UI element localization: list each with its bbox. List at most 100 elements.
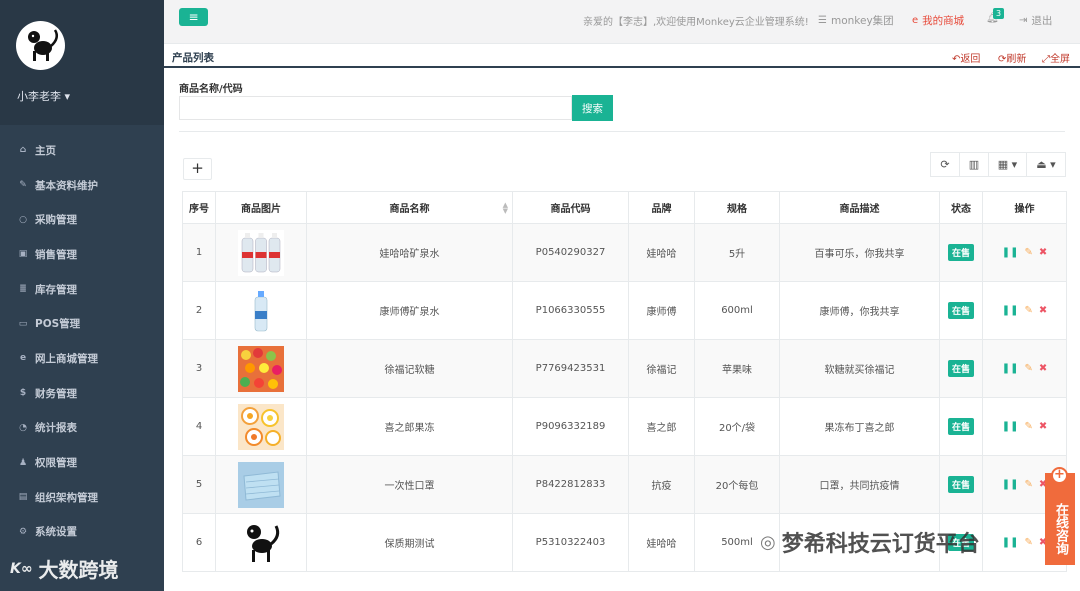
edit-icon[interactable]: ✎ (1024, 247, 1032, 258)
product-image-cell (215, 513, 307, 572)
toggle-view-button[interactable]: ▥ (959, 152, 989, 177)
refresh-label: 刷新 (1006, 54, 1027, 65)
sidebar-item-home[interactable]: ⌂ 主页 (0, 133, 164, 168)
status-cell: 在售 (939, 455, 983, 514)
export-dropdown[interactable]: ⏏ ▾ (1026, 152, 1066, 177)
search-input[interactable] (179, 96, 572, 120)
sidebar-item-online-store[interactable]: e 网上商城管理 (0, 341, 164, 376)
product-image-cell (215, 397, 307, 456)
table-row: 3 徐福记软糖 P7769423531 徐福记 苹果味 软糖就买徐福记 在售 ❚❚ ✎ ✖ (182, 339, 1067, 398)
pause-icon[interactable]: ❚❚ (1002, 247, 1019, 258)
delete-icon[interactable]: ✖ (1039, 421, 1047, 432)
edit-icon[interactable]: ✎ (1024, 305, 1032, 316)
product-image[interactable] (238, 461, 284, 508)
watermark-right-text: 梦希科技云订货平台 (781, 532, 980, 557)
database-icon: ≣ (19, 284, 27, 295)
product-image[interactable] (238, 403, 284, 450)
edit-icon[interactable]: ✎ (1024, 421, 1032, 432)
column-header: 商品代码 (512, 191, 629, 224)
status-badge[interactable]: 在售 (947, 360, 974, 377)
sidebar-item-sales[interactable]: ▣ 销售管理 (0, 237, 164, 272)
sidebar-item-inventory[interactable]: ≣ 库存管理 (0, 272, 164, 307)
edit-icon[interactable]: ✎ (1024, 363, 1032, 374)
avatar[interactable] (16, 21, 65, 70)
pause-icon[interactable]: ❚❚ (1002, 305, 1019, 316)
gears-icon: ⚙ (18, 526, 28, 537)
tab-product-list[interactable]: 产品列表 (172, 50, 214, 65)
edit-icon[interactable]: ✎ (1024, 537, 1032, 548)
sidebar-item-finance[interactable]: $ 财务管理 (0, 376, 164, 411)
sidebar-item-reports[interactable]: ◔ 统计报表 (0, 411, 164, 446)
circle-icon: ○ (19, 214, 27, 225)
product-image[interactable] (238, 287, 284, 334)
pause-icon[interactable]: ❚❚ (1002, 537, 1019, 548)
product-name: 康师傅矿泉水 (306, 281, 513, 340)
status-badge[interactable]: 在售 (947, 302, 974, 319)
product-table: 序号 商品图片 商品名称 ▲ ▼ 商品代码 品牌 规格 商品描述 状态 操作 1 娃哈… (182, 191, 1067, 572)
sidebar-item-basic-info[interactable]: ✎ 基本资料维护 (0, 168, 164, 203)
sidebar-item-permissions[interactable]: ♟ 权限管理 (0, 445, 164, 480)
product-spec: 20个/袋 (694, 397, 780, 456)
monkey-logo-icon (16, 21, 65, 70)
pause-icon[interactable]: ❚❚ (1002, 421, 1019, 432)
sidebar-item-pos[interactable]: ▭ POS管理 (0, 306, 164, 341)
sidebar-item-settings[interactable]: ⚙ 系统设置 (0, 515, 164, 550)
watermark-mark-icon: K∞ (10, 560, 33, 577)
product-code: P8422812833 (512, 455, 629, 514)
sidebar-item-label: 权限管理 (35, 457, 77, 470)
table-refresh-button[interactable]: ⟳ (930, 152, 960, 177)
product-description: 百事可乐，你我共享 (779, 223, 940, 282)
status-badge[interactable]: 在售 (947, 418, 974, 435)
product-image[interactable] (238, 345, 284, 392)
export-icon: ⏏ ▾ (1036, 158, 1056, 171)
table-row: 4 喜之郎果冻 P9096332189 喜之郎 20个/袋 果冻布丁喜之郎 在售 ❚❚ ✎ ✖ (182, 397, 1067, 456)
column-header: 商品描述 (779, 191, 940, 224)
column-header-sortable[interactable]: 商品名称 ▲ ▼ (306, 191, 513, 224)
menu-toggle-button[interactable]: ≡ (179, 8, 208, 26)
logout-link[interactable]: ⇥ 退出 (1019, 13, 1052, 28)
plus-circle-icon[interactable]: + (1051, 467, 1068, 484)
row-index: 2 (182, 281, 216, 340)
row-actions: ❚❚ ✎ ✖ (982, 281, 1067, 340)
delete-icon[interactable]: ✖ (1039, 305, 1047, 316)
product-name: 娃哈哈矿泉水 (306, 223, 513, 282)
add-product-button[interactable]: + (183, 158, 212, 180)
notification-badge: 3 (993, 8, 1005, 19)
product-image[interactable] (238, 229, 284, 276)
edit-icon[interactable]: ✎ (1024, 479, 1032, 490)
search-button[interactable]: 搜索 (572, 95, 613, 121)
my-store-link[interactable]: e 我的商城 (912, 13, 964, 28)
pause-icon[interactable]: ❚❚ (1002, 479, 1019, 490)
product-brand: 徐福记 (628, 339, 695, 398)
product-image[interactable] (238, 519, 284, 566)
product-description: 软糖就买徐福记 (779, 339, 940, 398)
delete-icon[interactable]: ✖ (1039, 363, 1047, 374)
wechat-icon: ◎ (760, 531, 776, 553)
divider (179, 131, 1065, 132)
sidebar-item-org[interactable]: ▤ 组织架构管理 (0, 480, 164, 515)
columns-dropdown[interactable]: ▦ ▾ (988, 152, 1027, 177)
main-content: 商品名称/代码 搜索 + ⟳ ▥ ▦ ▾ ⏏ ▾ 序号 商品图片 商品名称 ▲ ▼ … (164, 68, 1080, 591)
delete-icon[interactable]: ✖ (1039, 247, 1047, 258)
refresh-button[interactable]: ⟳刷新 (998, 50, 1026, 65)
status-badge[interactable]: 在售 (947, 476, 974, 493)
product-spec: 20个每包 (694, 455, 780, 514)
pause-icon[interactable]: ❚❚ (1002, 363, 1019, 374)
product-spec: 600ml (694, 281, 780, 340)
product-name: 保质期测试 (306, 513, 513, 572)
online-consult-label: 在线咨询 (1053, 503, 1068, 555)
row-index: 5 (182, 455, 216, 514)
row-actions: ❚❚ ✎ ✖ (982, 397, 1067, 456)
group-link[interactable]: ☰ monkey集团 (818, 13, 894, 28)
fullscreen-label: 全屏 (1050, 54, 1070, 65)
dollar-icon: $ (19, 388, 27, 399)
online-consult-button[interactable]: 在线咨询 (1045, 473, 1075, 565)
pie-chart-icon: ◔ (19, 422, 27, 433)
sidebar-item-label: 网上商城管理 (35, 352, 98, 365)
back-button[interactable]: ↶返回 (952, 50, 980, 65)
username-dropdown[interactable]: 小李老李 ▾ (17, 88, 70, 104)
sidebar-item-purchase[interactable]: ○ 采购管理 (0, 202, 164, 237)
status-badge[interactable]: 在售 (947, 244, 974, 261)
fullscreen-button[interactable]: ⤢全屏 (1042, 50, 1070, 65)
sidebar-item-label: 财务管理 (35, 387, 77, 400)
